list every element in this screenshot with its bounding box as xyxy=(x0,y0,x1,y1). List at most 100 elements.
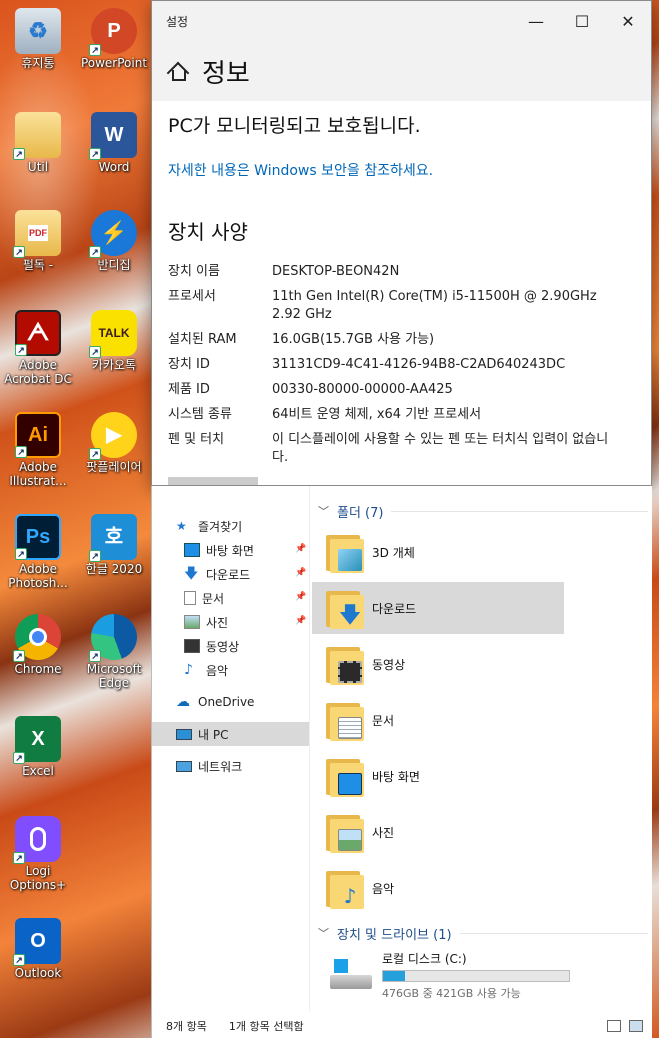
outlook-icon: O ↗ xyxy=(13,918,61,966)
nav-network[interactable]: 네트워크 xyxy=(152,754,309,778)
spec-row-system-type: 시스템 종류 64비트 운영 체제, x64 기반 프로세서 xyxy=(168,406,635,424)
spec-row-product-id: 제품 ID 00330-80000-00000-AA425 xyxy=(168,381,635,399)
spec-value: 16.0GB(15.7GB 사용 가능) xyxy=(272,332,435,347)
protection-status: PC가 모니터링되고 보호됩니다. xyxy=(168,115,421,137)
nav-this-pc[interactable]: 내 PC xyxy=(152,722,309,746)
folder-item-desktop[interactable]: 바탕 화면 xyxy=(312,750,564,802)
details-view-icon[interactable] xyxy=(607,1020,621,1032)
desktop-icon-potplayer[interactable]: ▶ ↗ 팟플레이어 xyxy=(76,412,152,474)
large-icons-view-icon[interactable] xyxy=(629,1020,643,1032)
desktop-icon-util[interactable]: ↗ Util xyxy=(0,112,76,174)
desktop-icon-word[interactable]: W ↗ Word xyxy=(76,112,152,174)
security-link[interactable]: 자세한 내용은 Windows 보안을 참조하세요. xyxy=(168,160,635,180)
desktop-icon-illustrator[interactable]: Ai ↗ Adobe Illustrat... xyxy=(0,412,76,488)
drive-free-space: 476GB 중 421GB 사용 가능 xyxy=(382,987,521,1000)
hangul-icon: 호 ↗ xyxy=(89,514,137,562)
spec-value: 11th Gen Intel(R) Core(TM) i5-11500H @ 2… xyxy=(272,289,597,322)
desktop-folder-icon xyxy=(326,755,366,797)
settings-header: 정보 xyxy=(152,41,651,101)
desktop-icon-excel[interactable]: X ↗ Excel xyxy=(0,716,76,778)
settings-window: 설정 — ☐ ✕ 정보 PC가 모니터링되고 보호됩니다. 자세한 내용은 Wi… xyxy=(151,0,652,486)
spec-key: 시스템 종류 xyxy=(168,407,232,422)
close-button[interactable]: ✕ xyxy=(605,1,651,41)
spec-row-pen-touch: 펜 및 터치 이 디스플레이에 사용할 수 있는 펜 또는 터치식 입력이 없습니… xyxy=(168,431,635,467)
chrome-icon: ↗ xyxy=(13,614,61,662)
kakaotalk-icon: TALK ↗ xyxy=(89,310,137,358)
pin-icon[interactable]: 📌 xyxy=(295,544,306,554)
spec-row-ram: 설치된 RAM 16.0GB(15.7GB 사용 가능) xyxy=(168,331,635,349)
powerpoint-icon: P ↗ xyxy=(89,8,137,56)
desktop-icon-chrome[interactable]: ↗ Chrome xyxy=(0,614,76,676)
desktop-icon-edge[interactable]: ↗ Microsoft Edge xyxy=(76,614,152,690)
chevron-down-icon: ﹀ xyxy=(318,505,329,518)
pictures-icon xyxy=(184,615,200,629)
potplayer-icon: ▶ ↗ xyxy=(89,412,137,460)
nav-onedrive[interactable]: ☁ OneDrive xyxy=(152,690,309,714)
star-icon: ★ xyxy=(176,519,187,533)
drives-group-header[interactable]: ﹀ 장치 및 드라이브 (1) xyxy=(312,922,648,944)
file-explorer: ★ 즐겨찾기 바탕 화면 📌 🡇 다운로드 📌 문서 📌 사진 📌 동영상 ♪ … xyxy=(151,486,652,1038)
desktop-icon-recycle-bin[interactable]: ♻ 휴지통 xyxy=(0,8,76,70)
network-icon xyxy=(176,760,192,772)
nav-item-music[interactable]: ♪ 음악 xyxy=(152,658,309,682)
folder-item-pictures[interactable]: 사진 xyxy=(312,806,564,858)
desktop-icon-logi[interactable]: ↗ Logi Options+ xyxy=(0,816,76,892)
nav-item-pictures[interactable]: 사진 📌 xyxy=(152,610,309,634)
folder-item-documents[interactable]: 문서 xyxy=(312,694,564,746)
download-folder-icon: 🡇 xyxy=(326,587,366,629)
spec-key: 설치된 RAM xyxy=(168,332,237,347)
documents-icon xyxy=(184,591,196,605)
documents-folder-icon xyxy=(326,699,366,741)
item-count: 8개 항목 xyxy=(166,1020,207,1033)
3d-objects-icon xyxy=(326,531,366,573)
spec-value: 00330-80000-00000-AA425 xyxy=(272,382,453,397)
videos-folder-icon xyxy=(326,643,366,685)
download-icon: 🡇 xyxy=(184,566,199,582)
spec-row-device-id: 장치 ID 31131CD9-4C41-4126-94B8-C2AD640243D… xyxy=(168,356,635,374)
desktop-icon-pdf-folder[interactable]: PDF ↗ 펄독 - xyxy=(0,210,76,272)
folder-item-music[interactable]: ♪ 음악 xyxy=(312,862,564,914)
folder-item-3d-objects[interactable]: 3D 개체 xyxy=(312,526,564,578)
minimize-button[interactable]: — xyxy=(513,1,559,41)
drive-usage-fill xyxy=(383,971,405,981)
pin-icon[interactable]: 📌 xyxy=(295,616,306,626)
pdf-folder-icon: PDF ↗ xyxy=(13,210,61,258)
nav-item-videos[interactable]: 동영상 xyxy=(152,634,309,658)
acrobat-icon: ᗅ ↗ xyxy=(15,310,61,356)
window-title: 설정 xyxy=(166,14,189,29)
folder-item-videos[interactable]: 동영상 xyxy=(312,638,564,690)
view-toggle xyxy=(607,1020,643,1032)
folders-group-header[interactable]: ﹀ 폴더 (7) xyxy=(312,500,648,522)
desktop-icon-powerpoint[interactable]: P ↗ PowerPoint xyxy=(76,8,152,70)
spec-key: 프로세서 xyxy=(168,289,216,304)
status-bar: 8개 항목 1개 항목 선택함 xyxy=(152,1014,653,1038)
desktop-icon-acrobat[interactable]: ᗅ ↗ Adobe Acrobat DC xyxy=(0,310,76,386)
desktop-icon-bandizip[interactable]: ⚡ ↗ 반디집 xyxy=(76,210,152,272)
nav-item-desktop[interactable]: 바탕 화면 📌 xyxy=(152,538,309,562)
excel-icon: X ↗ xyxy=(13,716,61,764)
copy-button[interactable] xyxy=(168,477,258,485)
maximize-button[interactable]: ☐ xyxy=(559,1,605,41)
drive-item-c[interactable]: 로컬 디스크 (C:) 476GB 중 421GB 사용 가능 xyxy=(312,950,648,1001)
hard-drive-icon xyxy=(330,958,372,993)
pin-icon[interactable]: 📌 xyxy=(295,592,306,602)
nav-item-downloads[interactable]: 🡇 다운로드 📌 xyxy=(152,562,309,586)
folder-item-downloads[interactable]: 🡇 다운로드 xyxy=(312,582,564,634)
spec-value: DESKTOP-BEON42N xyxy=(272,264,400,279)
pin-icon[interactable]: 📌 xyxy=(295,568,306,578)
desktop-icon-outlook[interactable]: O ↗ Outlook xyxy=(0,918,76,980)
settings-titlebar[interactable]: 설정 — ☐ ✕ xyxy=(152,1,651,41)
desktop-icon-photoshop[interactable]: Ps ↗ Adobe Photosh... xyxy=(0,514,76,590)
cloud-icon: ☁ xyxy=(176,694,190,710)
computer-icon xyxy=(176,728,192,740)
desktop-icon-hangul[interactable]: 호 ↗ 한글 2020 xyxy=(76,514,152,576)
spec-key: 제품 ID xyxy=(168,382,210,397)
nav-item-documents[interactable]: 문서 📌 xyxy=(152,586,309,610)
drive-usage-bar xyxy=(382,970,570,982)
music-icon: ♪ xyxy=(184,662,193,678)
nav-quick-access[interactable]: ★ 즐겨찾기 xyxy=(152,514,309,538)
selection-count: 1개 항목 선택함 xyxy=(228,1020,304,1033)
home-icon[interactable] xyxy=(168,61,188,81)
desktop-icon-kakaotalk[interactable]: TALK ↗ 카카오톡 xyxy=(76,310,152,372)
spec-key: 펜 및 터치 xyxy=(168,432,225,447)
